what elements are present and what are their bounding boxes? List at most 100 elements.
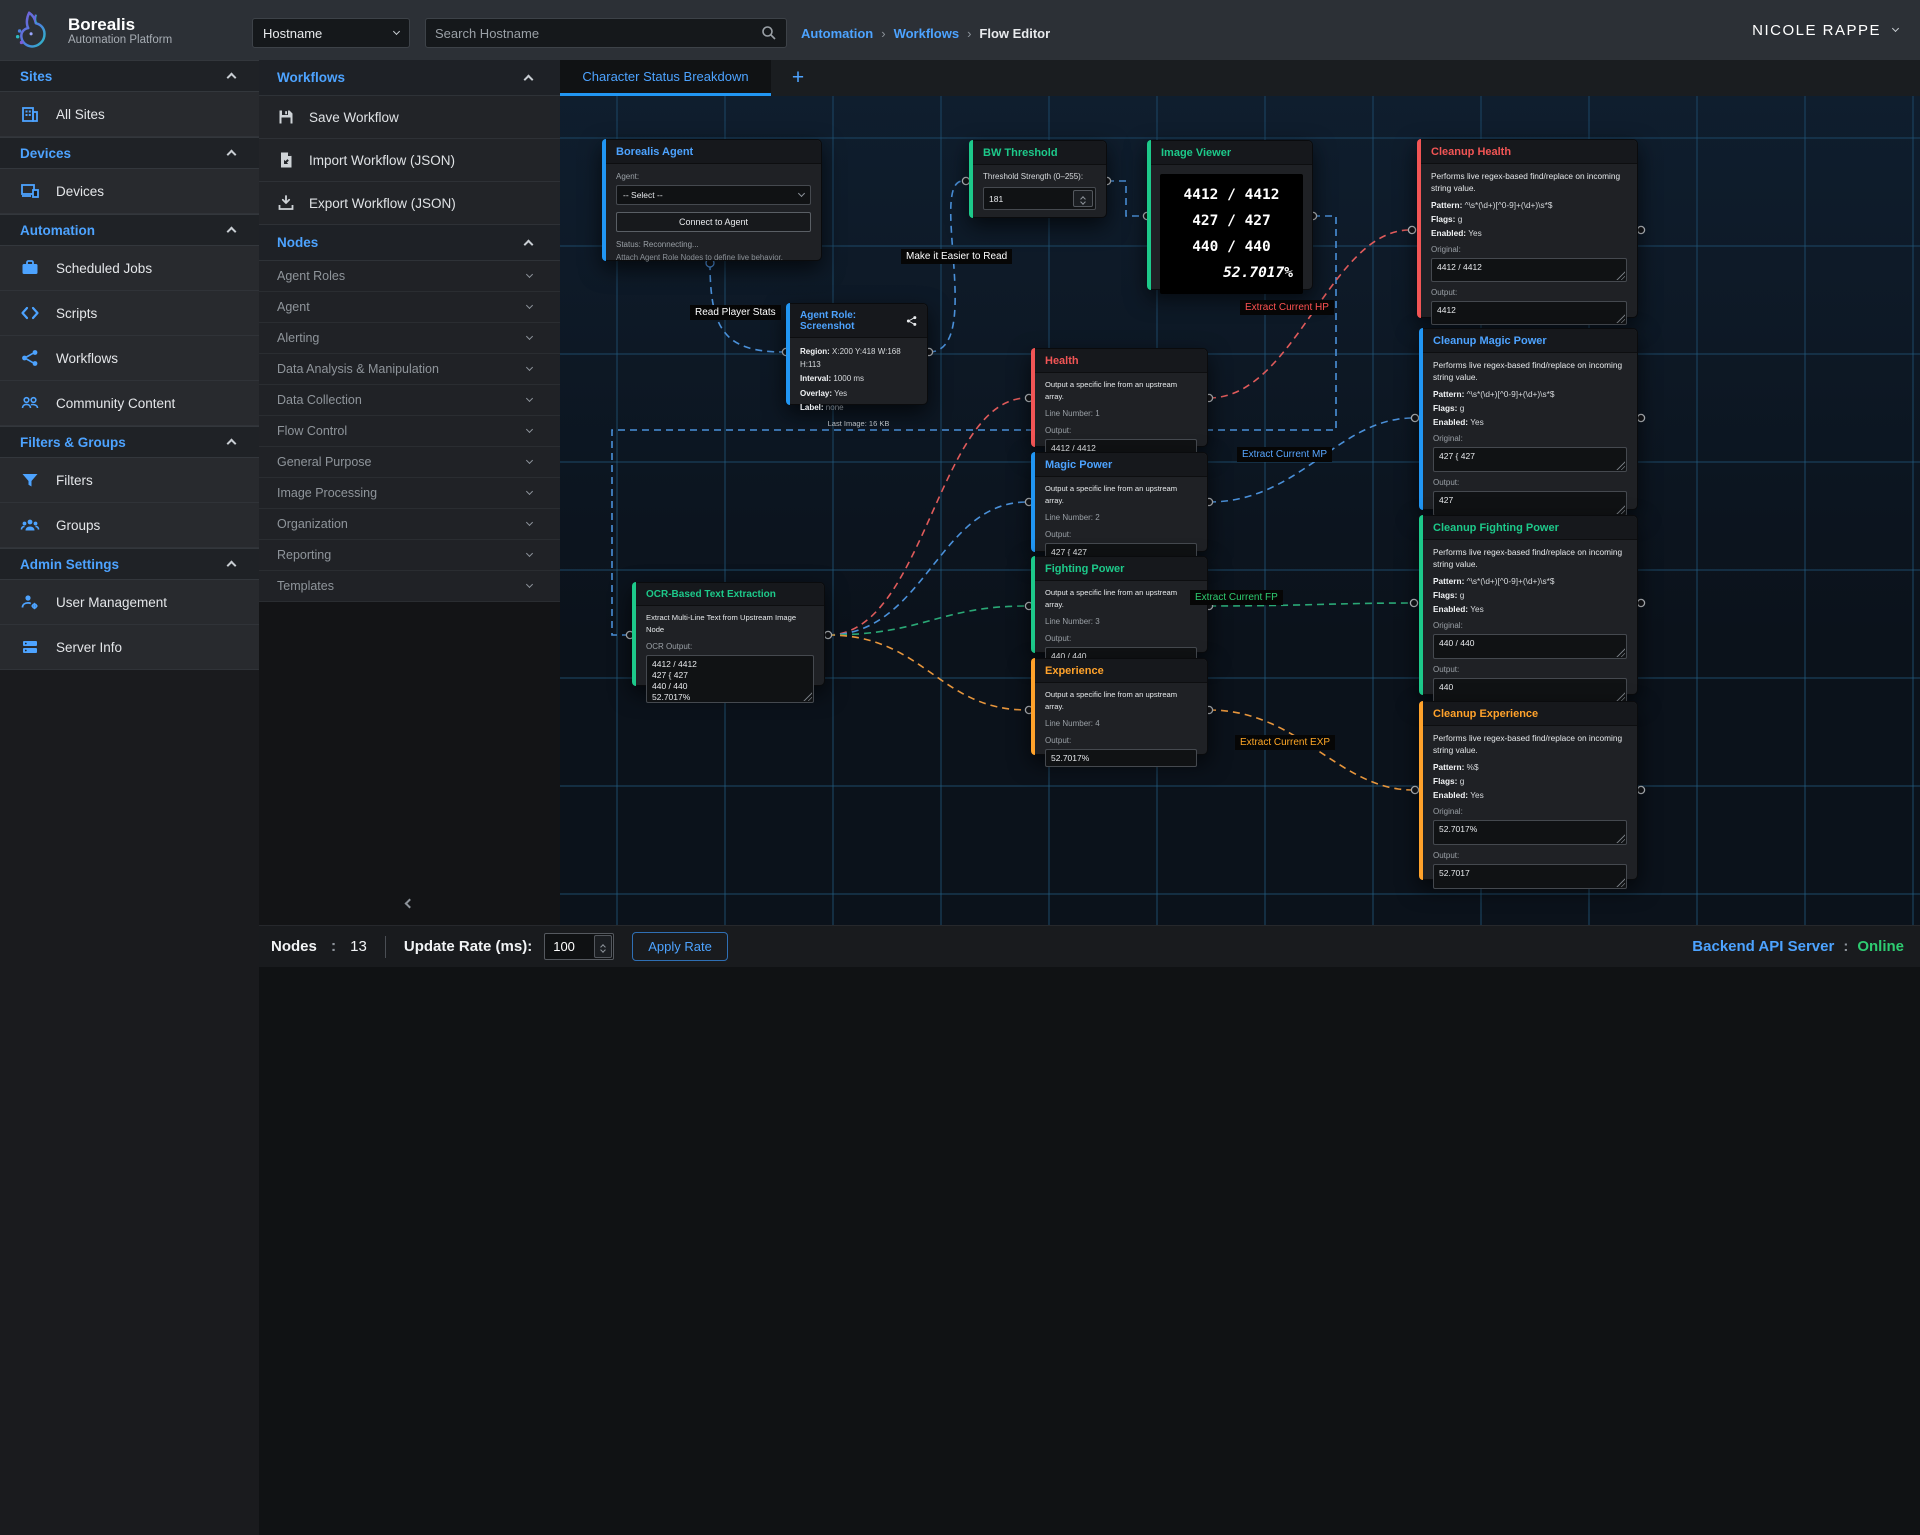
node-agent-role-screenshot[interactable]: Agent Role: Screenshot Region: X:200 Y:4… [786, 303, 928, 405]
node-category-templates[interactable]: Templates [259, 571, 560, 602]
sidebar-item-scripts[interactable]: Scripts [0, 291, 259, 336]
agent-select[interactable]: -- Select -- [616, 185, 811, 205]
node-category-flow-control[interactable]: Flow Control [259, 416, 560, 447]
add-tab-button[interactable]: + [771, 60, 825, 96]
section-label: Admin Settings [20, 557, 119, 572]
update-rate-spinner[interactable] [594, 935, 612, 958]
node-category-alerting[interactable]: Alerting [259, 323, 560, 354]
image-preview: 4412 / 4412 427 / 427 440 / 440 52.7017% [1160, 174, 1303, 294]
output-input[interactable] [1045, 749, 1197, 767]
action-label: Import Workflow (JSON) [309, 153, 455, 168]
chevron-up-icon [227, 227, 237, 237]
hostname-dropdown[interactable]: Hostname [252, 18, 410, 48]
chevron-up-icon [524, 239, 534, 249]
original-textarea[interactable] [1433, 820, 1627, 845]
original-textarea[interactable] [1431, 258, 1627, 282]
node-cleanup-health[interactable]: Cleanup Health Performs live regex-based… [1417, 139, 1638, 318]
original-textarea[interactable] [1433, 634, 1627, 659]
node-description: Performs live regex-based find/replace o… [1433, 732, 1627, 756]
node-category-data-analysis[interactable]: Data Analysis & Manipulation [259, 354, 560, 385]
node-magic-power[interactable]: Magic Power Output a specific line from … [1031, 452, 1208, 552]
output-textarea[interactable] [1433, 678, 1627, 703]
category-label: General Purpose [277, 455, 372, 469]
nodes-section-header[interactable]: Nodes [259, 225, 560, 261]
ocr-output-textarea[interactable] [646, 655, 814, 703]
sidebar-section-admin-settings[interactable]: Admin Settings [0, 548, 259, 580]
category-label: Reporting [277, 548, 331, 562]
save-workflow-button[interactable]: Save Workflow [259, 96, 560, 139]
sidebar-item-all-sites[interactable]: All Sites [0, 92, 259, 137]
main-sidebar: Sites All Sites Devices Devices Automati… [0, 60, 259, 925]
apply-rate-button[interactable]: Apply Rate [632, 932, 728, 961]
search-input[interactable] [435, 26, 761, 41]
node-category-agent-roles[interactable]: Agent Roles [259, 261, 560, 292]
chevron-down-icon [526, 333, 533, 340]
chevron-down-icon [1892, 25, 1899, 32]
import-workflow-button[interactable]: Import Workflow (JSON) [259, 139, 560, 182]
flags-label: Flags: [1433, 776, 1457, 786]
node-ocr-extraction[interactable]: OCR-Based Text Extraction Extract Multi-… [632, 582, 825, 686]
sidebar-item-workflows[interactable]: Workflows [0, 336, 259, 381]
node-health[interactable]: Health Output a specific line from an up… [1031, 348, 1208, 447]
sidebar-item-filters[interactable]: Filters [0, 458, 259, 503]
sidebar-item-label: Server Info [56, 640, 122, 655]
sidebar-item-devices[interactable]: Devices [0, 169, 259, 214]
node-experience[interactable]: Experience Output a specific line from a… [1031, 658, 1208, 755]
sidebar-section-automation[interactable]: Automation [0, 214, 259, 246]
sidebar-item-scheduled-jobs[interactable]: Scheduled Jobs [0, 246, 259, 291]
export-workflow-button[interactable]: Export Workflow (JSON) [259, 182, 560, 225]
section-label: Nodes [277, 235, 318, 250]
edge-threshold-to-viewer [1107, 181, 1146, 216]
threshold-spinner[interactable] [1073, 190, 1093, 207]
node-cleanup-fighting-power[interactable]: Cleanup Fighting Power Performs live reg… [1419, 515, 1638, 695]
node-fighting-power[interactable]: Fighting Power Output a specific line fr… [1031, 556, 1208, 653]
sidebar-collapse-button[interactable] [259, 881, 560, 925]
ocr-line: 427 / 427 [1170, 208, 1293, 234]
node-category-reporting[interactable]: Reporting [259, 540, 560, 571]
output-textarea[interactable] [1433, 864, 1627, 889]
sidebar-section-filters-groups[interactable]: Filters & Groups [0, 426, 259, 458]
node-image-viewer[interactable]: Image Viewer 4412 / 4412 427 / 427 440 /… [1147, 140, 1313, 290]
node-category-organization[interactable]: Organization [259, 509, 560, 540]
sidebar-item-label: All Sites [56, 107, 105, 122]
update-rate-field [544, 933, 614, 960]
sidebar-item-groups[interactable]: Groups [0, 503, 259, 548]
original-textarea[interactable] [1433, 447, 1627, 472]
node-category-general-purpose[interactable]: General Purpose [259, 447, 560, 478]
share-icon[interactable] [906, 315, 917, 327]
divider [385, 936, 386, 958]
workflows-section-header[interactable]: Workflows [259, 60, 560, 96]
node-title: Cleanup Fighting Power [1433, 522, 1559, 534]
node-category-agent[interactable]: Agent [259, 292, 560, 323]
sidebar-item-server-info[interactable]: Server Info [0, 625, 259, 670]
node-title: Experience [1045, 665, 1104, 677]
connect-to-agent-button[interactable]: Connect to Agent [616, 212, 811, 232]
chevron-down-icon [526, 302, 533, 309]
output-textarea[interactable] [1431, 301, 1627, 325]
plus-icon: + [792, 66, 804, 90]
sidebar-section-devices[interactable]: Devices [0, 137, 259, 169]
sidebar-item-label: Scheduled Jobs [56, 261, 152, 276]
breadcrumb-automation[interactable]: Automation [801, 26, 873, 41]
sidebar-item-user-management[interactable]: User Management [0, 580, 259, 625]
node-category-data-collection[interactable]: Data Collection [259, 385, 560, 416]
flow-canvas[interactable]: Borealis Agent Agent: -- Select -- Conne… [560, 96, 1920, 925]
search-icon[interactable] [761, 25, 777, 41]
node-description: Output a specific line from an upstream … [1045, 689, 1197, 713]
user-menu[interactable]: NICOLE RAPPE [1752, 22, 1898, 39]
enabled-value: Yes [1470, 417, 1484, 427]
node-cleanup-magic-power[interactable]: Cleanup Magic Power Performs live regex-… [1419, 328, 1638, 510]
pattern-label: Pattern: [1433, 762, 1464, 772]
breadcrumb-workflows[interactable]: Workflows [894, 26, 960, 41]
node-bw-threshold[interactable]: BW Threshold Threshold Strength (0–255): [969, 140, 1107, 218]
overlay-label: Overlay: [800, 389, 832, 398]
node-borealis-agent[interactable]: Borealis Agent Agent: -- Select -- Conne… [602, 139, 822, 261]
sidebar-item-community-content[interactable]: Community Content [0, 381, 259, 426]
output-textarea[interactable] [1433, 491, 1627, 516]
node-category-image-processing[interactable]: Image Processing [259, 478, 560, 509]
workflow-sidebar: Workflows Save Workflow Import Workflow … [259, 60, 560, 925]
sidebar-section-sites[interactable]: Sites [0, 60, 259, 92]
tab-character-status-breakdown[interactable]: Character Status Breakdown [560, 60, 771, 96]
sidebar-item-label: Devices [56, 184, 104, 199]
node-cleanup-experience[interactable]: Cleanup Experience Performs live regex-b… [1419, 701, 1638, 880]
